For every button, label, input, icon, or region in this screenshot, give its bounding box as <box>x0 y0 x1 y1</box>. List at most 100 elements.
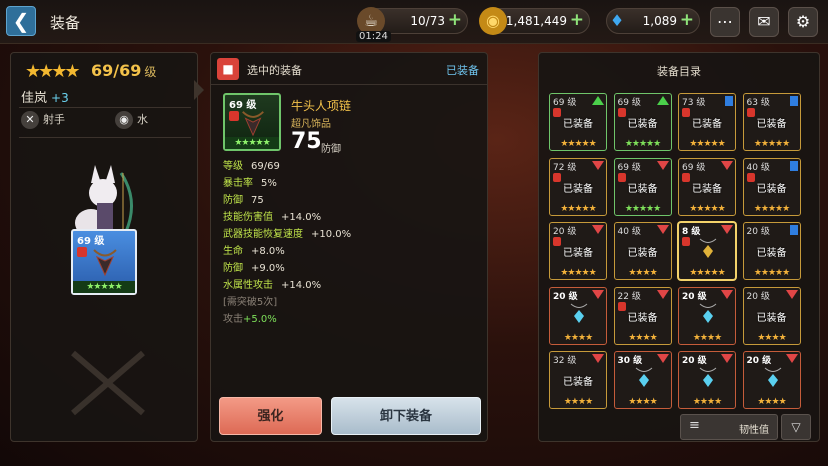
catalog-item-stars: ★★★★ <box>628 332 657 343</box>
slot-stars: ★★★★★ <box>73 281 135 293</box>
catalog-item[interactable]: 63 级已装备 ★★★★★ <box>742 93 801 151</box>
catalog-item-level: 20 级 <box>553 227 577 237</box>
necklace-icon <box>699 303 717 323</box>
catalog-item-stars: ★★★★★ <box>689 203 725 214</box>
equipped-label: 已装备 <box>627 183 658 195</box>
mail-icon[interactable]: ✉ <box>749 7 779 37</box>
equipped-label: 已装备 <box>756 119 787 130</box>
catalog-item[interactable]: 22 级已装备 ★★★★ <box>613 286 672 345</box>
hero-bonus: +3 <box>51 91 69 105</box>
necklace-icon <box>699 238 717 258</box>
archer-icon: ✕ <box>21 111 39 129</box>
necklace-icon <box>93 249 117 277</box>
stat-defense: 防御 75 <box>223 191 264 206</box>
coin-icon: ◉ <box>479 7 507 35</box>
catalog-item[interactable]: 73 级已装备 ★★★★★ <box>678 93 736 151</box>
panel-pointer <box>194 80 204 100</box>
catalog-item[interactable]: 69 级已装备 ★★★★★ <box>613 93 672 151</box>
equipped-status: 已装备 <box>446 64 479 77</box>
equipped-label: 已装备 <box>627 248 658 259</box>
stat-down-icon <box>785 289 798 299</box>
selected-item-icon[interactable]: 69 级 ★★★★★ <box>223 93 281 151</box>
catalog-item[interactable]: 72 级已装备 ★★★★★ <box>549 157 607 216</box>
catalog-item-level: 69 级 <box>617 162 641 173</box>
catalog-item[interactable]: 20 级 ★★★★ <box>742 351 801 409</box>
divider <box>19 137 191 138</box>
bookmark-icon <box>789 96 798 106</box>
sort-filter-dropdown[interactable]: ≡ 韧性值 <box>680 414 778 440</box>
catalog-item-level: 69 级 <box>682 162 706 173</box>
stat-down-icon <box>592 160 604 170</box>
stat-up-icon <box>656 96 669 105</box>
gold-display: ◉ 1,481,449 + <box>479 7 590 35</box>
stat-label: 水属性攻击 <box>223 280 273 291</box>
hero-equipped-slot[interactable]: 69 级 ★★★★★ <box>71 229 137 295</box>
lock-icon <box>229 111 239 121</box>
triangle-down-icon[interactable]: ▽ <box>781 414 811 440</box>
stat-label: 防御 <box>223 263 243 274</box>
catalog-item[interactable]: 20 级已装备 ★★★★ <box>742 286 801 345</box>
catalog-item[interactable]: 69 级已装备 ★★★★★ <box>678 157 736 216</box>
back-arrow-icon[interactable]: ❮ <box>6 6 36 36</box>
equipped-label: 已装备 <box>756 312 787 324</box>
selected-header: ■ 选中的装备 已装备 <box>211 53 487 85</box>
hero-element: ◉ 水 <box>115 111 148 129</box>
catalog-item-level: 30 级 <box>617 356 643 366</box>
stat-label: 防御 <box>223 195 243 206</box>
catalog-item-level: 63 级 <box>746 98 770 108</box>
page-title: 装备 <box>50 14 81 32</box>
stat-label: 攻击 <box>223 314 243 325</box>
catalog-item-stars: ★★★★ <box>757 397 786 407</box>
stat-water-attack: 水属性攻击 +14.0% <box>223 276 321 291</box>
stat-down-icon <box>721 354 733 363</box>
stat-hp: 生命 +8.0% <box>223 242 285 257</box>
stat-weapon-skill-recovery: 武器技能恢复速度 +10.0% <box>223 225 351 240</box>
hero-element-label: 水 <box>137 113 148 126</box>
catalog-item[interactable]: 20 级 ★★★★ <box>549 286 607 345</box>
hero-level: 69/69 级 <box>91 61 156 80</box>
diamond-icon: ♦ <box>609 11 625 30</box>
catalog-item[interactable]: 20 级 ★★★★ <box>678 286 736 345</box>
breakthrough-note: [需突破5次] <box>223 297 278 308</box>
stat-value: +8.0% <box>251 246 285 257</box>
catalog-grid: 69 级已装备 ★★★★★ 69 级已装备 ★★★★★ 73 级已装备 ★★★★★ 63 级… <box>549 93 811 411</box>
gear-icon[interactable]: ⚙ <box>788 7 818 37</box>
lock-icon <box>77 247 87 257</box>
catalog-item[interactable]: 8 级 ★★★★★ <box>678 222 736 280</box>
catalog-item[interactable]: 30 级 ★★★★ <box>613 351 672 409</box>
enhance-button[interactable]: 强化 <box>219 397 322 435</box>
catalog-item[interactable]: 69 级已装备 ★★★★★ <box>549 93 607 151</box>
lock-icon[interactable]: ■ <box>217 58 239 80</box>
catalog-item-level: 69 级 <box>617 98 641 108</box>
catalog-item[interactable]: 20 级 ★★★★ <box>678 351 736 409</box>
equipped-label: 已装备 <box>692 183 722 195</box>
chat-bubble-icon[interactable]: ⋯ <box>710 7 740 37</box>
stat-down-icon <box>656 160 669 170</box>
lock-icon <box>682 237 690 246</box>
catalog-item-stars: ★★★★ <box>692 332 722 343</box>
catalog-title: 装备目录 <box>657 65 701 78</box>
catalog-item-level: 73 级 <box>682 98 706 108</box>
catalog-item-level: 22 级 <box>617 291 641 302</box>
stat-down-icon <box>592 225 604 234</box>
catalog-item-stars: ★★★★★ <box>689 268 725 278</box>
defense-value: 75 <box>291 129 322 154</box>
catalog-item[interactable]: 32 级已装备 ★★★★ <box>549 351 607 409</box>
catalog-item-level: 69 级 <box>553 98 577 108</box>
catalog-item[interactable]: 20 级已装备 ★★★★★ <box>742 222 801 280</box>
catalog-item[interactable]: 69 级已装备 ★★★★★ <box>613 157 672 216</box>
unequip-button[interactable]: 卸下装备 <box>331 397 481 435</box>
equipped-label: 已装备 <box>756 183 787 195</box>
stamina-plus-button[interactable]: + <box>448 10 462 30</box>
catalog-item[interactable]: 40 级已装备 ★★★★★ <box>742 157 801 216</box>
catalog-item-level: 32 级 <box>553 356 577 366</box>
catalog-item[interactable]: 40 级已装备 ★★★★ <box>613 222 672 280</box>
catalog-item-level: 72 级 <box>553 162 577 173</box>
gold-plus-button[interactable]: + <box>570 10 584 30</box>
equipped-label: 已装备 <box>692 119 722 130</box>
necklace-icon <box>570 303 588 323</box>
stat-value: 5% <box>261 178 277 189</box>
stat-value: +5.0% <box>243 314 277 325</box>
catalog-item[interactable]: 20 级已装备 ★★★★★ <box>549 222 607 280</box>
gem-plus-button[interactable]: + <box>680 10 694 30</box>
